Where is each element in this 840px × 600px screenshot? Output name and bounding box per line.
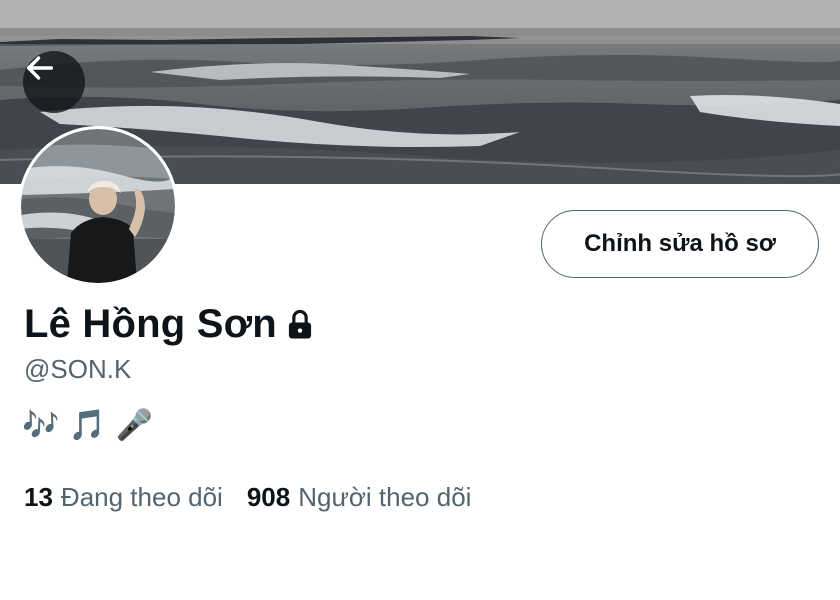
followers-label: Người theo dõi bbox=[298, 482, 472, 512]
following-link[interactable]: 13 Đang theo dõi bbox=[24, 482, 223, 513]
following-count: 13 bbox=[24, 482, 53, 512]
lock-icon bbox=[285, 309, 315, 341]
profile-bio: 🎶 🎵 🎤 bbox=[22, 408, 154, 443]
profile-stats: 13 Đang theo dõi 908 Người theo dõi bbox=[24, 482, 495, 513]
back-button[interactable] bbox=[23, 51, 85, 113]
edit-profile-button[interactable]: Chỉnh sửa hồ sơ bbox=[541, 210, 819, 278]
following-label: Đang theo dõi bbox=[60, 482, 223, 512]
profile-name: Lê Hồng Sơn bbox=[24, 302, 277, 346]
avatar[interactable] bbox=[18, 126, 178, 286]
followers-count: 908 bbox=[246, 482, 291, 512]
profile-handle: @SON.K bbox=[24, 354, 132, 384]
avatar-photo bbox=[21, 129, 175, 283]
followers-link[interactable]: 908 Người theo dõi bbox=[247, 482, 472, 513]
profile-name-row: Lê Hồng Sơn bbox=[24, 302, 315, 347]
